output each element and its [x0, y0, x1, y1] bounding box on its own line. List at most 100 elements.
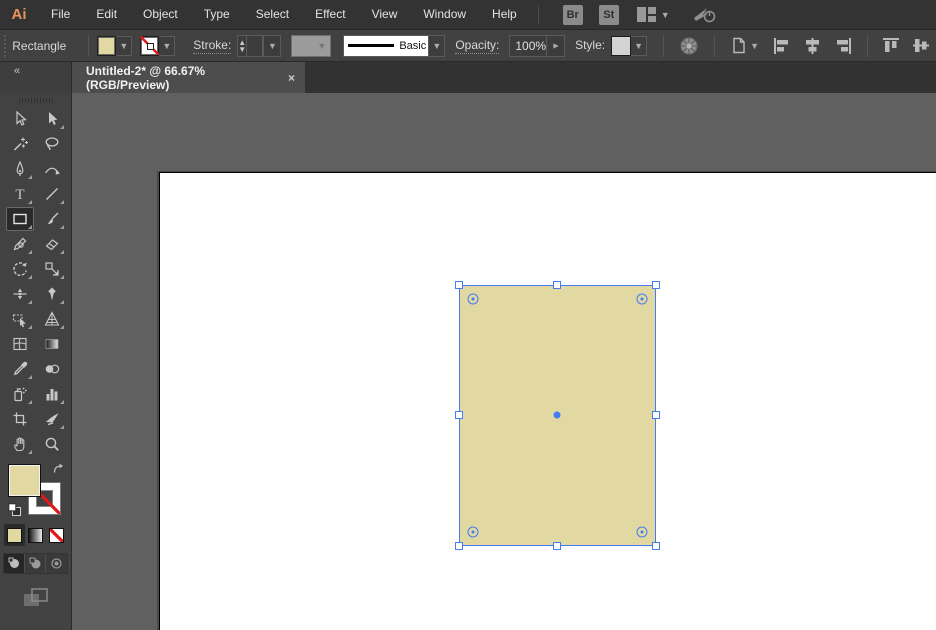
- pen-tool[interactable]: [6, 157, 34, 181]
- recolor-artwork-button[interactable]: [679, 36, 699, 56]
- align-vertical-center-button[interactable]: [913, 37, 929, 54]
- gradient-button[interactable]: [25, 524, 46, 546]
- pencil-tool[interactable]: [6, 232, 34, 256]
- menu-object[interactable]: Object: [130, 0, 191, 29]
- corner-widget-bottom-right[interactable]: [636, 526, 648, 538]
- opacity-value[interactable]: 100%: [510, 39, 546, 53]
- opacity-label[interactable]: Opacity:: [455, 38, 500, 54]
- handle-top-center[interactable]: [553, 281, 561, 289]
- document-tab[interactable]: Untitled-2* @ 66.67% (RGB/Preview) ×: [72, 62, 305, 93]
- corner-widget-top-right[interactable]: [636, 293, 648, 305]
- hand-tool[interactable]: [6, 432, 34, 456]
- draw-inside-button[interactable]: [46, 554, 67, 573]
- handle-top-left[interactable]: [455, 281, 463, 289]
- change-screen-mode-button[interactable]: [23, 588, 49, 608]
- column-graph-tool[interactable]: [38, 382, 66, 406]
- menu-window[interactable]: Window: [410, 0, 479, 29]
- panel-grip[interactable]: [4, 34, 7, 57]
- fill-proxy[interactable]: [7, 464, 41, 497]
- corner-widget-top-left[interactable]: [467, 293, 479, 305]
- workspace-switcher[interactable]: ▼: [636, 7, 670, 22]
- artboard-tool[interactable]: [6, 407, 34, 431]
- collapse-panel-button[interactable]: «: [14, 65, 20, 77]
- slice-tool[interactable]: [38, 407, 66, 431]
- style-dropdown-button[interactable]: ▼: [631, 35, 648, 56]
- menu-file[interactable]: File: [38, 0, 83, 29]
- close-tab-icon[interactable]: ×: [288, 71, 295, 85]
- brush-definition-control[interactable]: Basic ▼: [343, 34, 446, 57]
- opacity-slider-button[interactable]: ▼: [546, 35, 564, 56]
- handle-bottom-center[interactable]: [553, 542, 561, 550]
- align-horizontal-center-button[interactable]: [804, 37, 821, 54]
- brush-preview[interactable]: Basic: [343, 34, 430, 57]
- none-button[interactable]: [46, 524, 67, 546]
- rectangle-tool[interactable]: [5, 207, 34, 231]
- stroke-width-dropdown[interactable]: ▼: [263, 34, 282, 57]
- rotate-tool[interactable]: [6, 257, 34, 281]
- menu-type[interactable]: Type: [191, 0, 243, 29]
- mesh-tool[interactable]: [6, 332, 34, 356]
- color-button[interactable]: [4, 524, 25, 546]
- stock-button[interactable]: St: [598, 4, 619, 25]
- align-left-button[interactable]: [773, 37, 790, 54]
- stroke-swatch-none[interactable]: [140, 35, 160, 56]
- align-right-button[interactable]: [835, 37, 852, 54]
- width-tool[interactable]: [6, 282, 34, 306]
- stroke-width-stepper[interactable]: ▲ ▼: [237, 34, 248, 57]
- shape-builder-tool[interactable]: [6, 307, 34, 331]
- handle-bottom-left[interactable]: [455, 542, 463, 550]
- eyedropper-tool[interactable]: [6, 357, 34, 381]
- stroke-width-field[interactable]: [247, 34, 264, 57]
- align-top-button[interactable]: [883, 37, 899, 54]
- panel-grip[interactable]: [18, 98, 53, 103]
- lasso-tool[interactable]: [38, 132, 66, 156]
- type-tool[interactable]: T: [6, 182, 34, 206]
- symbol-sprayer-tool[interactable]: [6, 382, 34, 406]
- fill-color-control[interactable]: ▼: [97, 35, 133, 56]
- handle-bottom-right[interactable]: [652, 542, 660, 550]
- blend-tool[interactable]: [38, 357, 66, 381]
- canvas-area[interactable]: [72, 93, 936, 630]
- perspective-grid-tool[interactable]: [38, 307, 66, 331]
- gradient-tool[interactable]: [38, 332, 66, 356]
- draw-behind-button[interactable]: [25, 554, 46, 573]
- selection-tool[interactable]: [6, 107, 34, 131]
- chevron-down-icon: ▼: [432, 40, 442, 51]
- divider: [663, 34, 665, 57]
- fill-dropdown-button[interactable]: ▼: [116, 35, 133, 56]
- puppet-warp-tool[interactable]: [38, 282, 66, 306]
- handle-middle-left[interactable]: [455, 411, 463, 419]
- paintbrush-tool[interactable]: [38, 207, 66, 231]
- menu-effect[interactable]: Effect: [302, 0, 358, 29]
- selection-center-point[interactable]: [553, 411, 561, 419]
- stroke-label[interactable]: Stroke:: [193, 38, 232, 54]
- corner-widget-bottom-left[interactable]: [467, 526, 479, 538]
- direct-selection-tool[interactable]: [38, 107, 66, 131]
- curvature-tool[interactable]: [38, 157, 66, 181]
- handle-top-right[interactable]: [652, 281, 660, 289]
- graphic-style-control[interactable]: ▼: [611, 35, 648, 56]
- style-swatch[interactable]: [611, 35, 632, 56]
- menu-view[interactable]: View: [359, 0, 411, 29]
- menu-help[interactable]: Help: [479, 0, 530, 29]
- menu-select[interactable]: Select: [243, 0, 302, 29]
- line-segment-tool[interactable]: [38, 182, 66, 206]
- zoom-tool[interactable]: [38, 432, 66, 456]
- fill-swatch[interactable]: [97, 35, 117, 56]
- gpu-performance-button[interactable]: [692, 6, 716, 23]
- bridge-button[interactable]: Br: [562, 4, 583, 25]
- handle-middle-right[interactable]: [652, 411, 660, 419]
- arrange-document-button[interactable]: ▼: [730, 37, 759, 54]
- stroke-color-control[interactable]: ▼: [140, 35, 176, 56]
- menu-edit[interactable]: Edit: [83, 0, 130, 29]
- stroke-dropdown-button[interactable]: ▼: [159, 35, 176, 56]
- default-fill-stroke-button[interactable]: [7, 503, 21, 516]
- swap-fill-stroke-button[interactable]: [52, 462, 65, 475]
- draw-normal-button[interactable]: [4, 554, 25, 573]
- selection-tool-icon: [15, 110, 27, 126]
- eraser-tool[interactable]: [38, 232, 66, 256]
- scale-tool[interactable]: [38, 257, 66, 281]
- opacity-field[interactable]: 100% ▼: [509, 34, 566, 57]
- brush-dropdown-button[interactable]: ▼: [429, 34, 446, 57]
- magic-wand-tool[interactable]: [6, 132, 34, 156]
